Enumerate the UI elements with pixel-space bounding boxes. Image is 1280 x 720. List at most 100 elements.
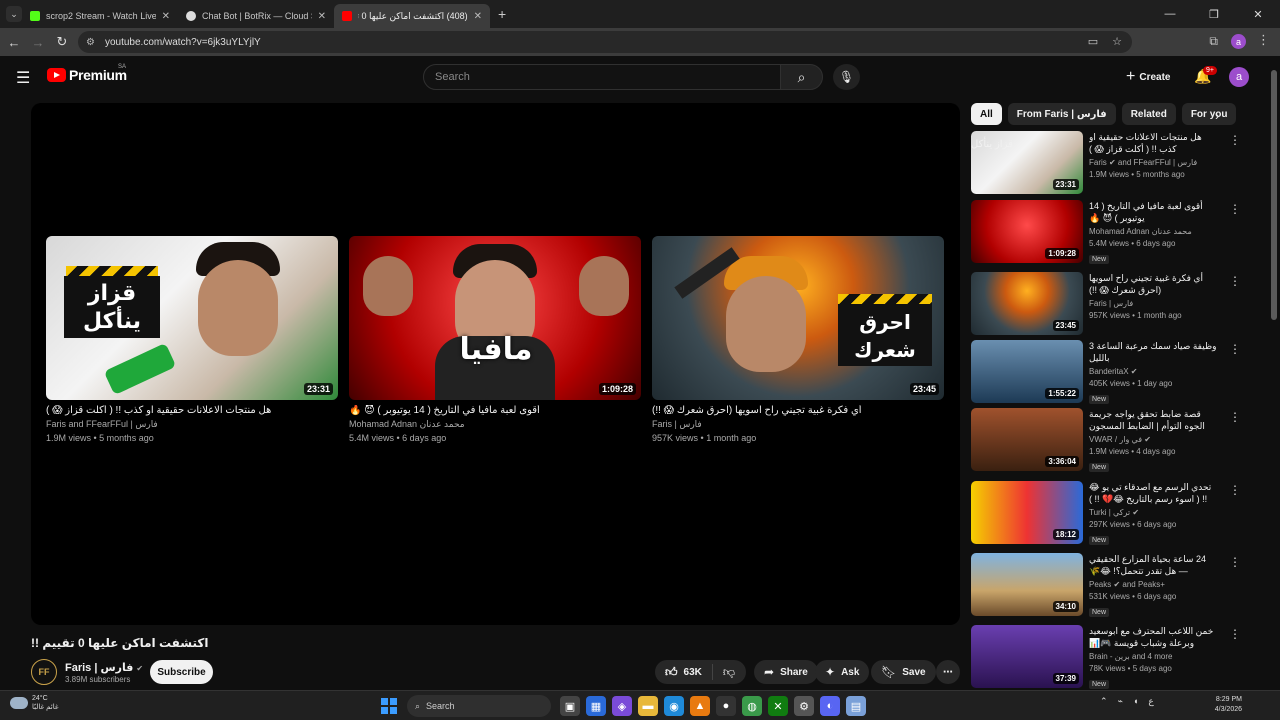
like-button[interactable]: 👍︎ 63K — [655, 664, 713, 680]
end-card-title[interactable]: أي فكرة غبية تجيني راح اسويها (احرق شعرك… — [652, 405, 944, 416]
list-item[interactable]: 3:36:04 قصة ضابط تحقق يواجه جريمة الجوه … — [971, 408, 1251, 472]
task-view-icon[interactable]: ▣ — [560, 696, 580, 716]
chevron-right-icon[interactable]: › — [1215, 108, 1219, 123]
file-explorer-icon[interactable]: ▬ — [638, 696, 658, 716]
rec-channel[interactable]: Turki | تركي ✔ — [1089, 508, 1217, 517]
create-button[interactable]: + Create — [1118, 65, 1178, 89]
volume-icon[interactable]: ◖ — [1133, 696, 1138, 707]
chip-for-you[interactable]: For you — [1181, 103, 1237, 125]
list-item[interactable]: 34:10 24 ساعة بحياة المزارع الحقيقي — هل… — [971, 553, 1251, 617]
rec-channel[interactable]: Faris | فارس — [1089, 299, 1217, 308]
forward-icon[interactable]: → — [26, 35, 50, 50]
more-vertical-icon[interactable]: ⋮ — [1229, 202, 1241, 216]
dislike-button[interactable]: 👎︎ — [713, 665, 745, 680]
share-button[interactable]: ➦ Share — [754, 660, 818, 684]
more-vertical-icon[interactable]: ⋮ — [1229, 483, 1241, 497]
more-vertical-icon[interactable]: ⋮ — [1229, 133, 1241, 147]
xbox-icon[interactable]: ✕ — [768, 696, 788, 716]
more-actions-button[interactable]: ⋯ — [936, 660, 960, 684]
restore-icon[interactable]: ❐ — [1192, 0, 1236, 28]
settings-gear-icon[interactable]: ⚙ — [794, 696, 814, 716]
close-tab-icon[interactable]: ✕ — [318, 11, 326, 22]
language-icon[interactable]: ع — [1148, 696, 1153, 707]
video-thumbnail[interactable]: 3:36:04 — [971, 408, 1083, 471]
save-button[interactable]: 🔖︎ Save — [871, 660, 936, 684]
video-thumbnail[interactable]: 37:39 — [971, 625, 1083, 688]
browser-menu-icon[interactable]: ⋮ — [1257, 32, 1270, 48]
video-thumbnail[interactable]: 1:09:28 — [971, 200, 1083, 263]
list-item[interactable]: 37:39 خمن اللاعب المحترف مع ابوسعيد وبرع… — [971, 625, 1251, 689]
taskbar-clock[interactable]: 8:29 PM 4/3/2026 — [1202, 695, 1242, 715]
youtube-premium-logo[interactable]: Premium SA — [47, 64, 127, 83]
bookmark-star-icon[interactable]: ☆ — [1112, 35, 1122, 48]
rec-channel[interactable]: BanderitaX ✔ — [1089, 367, 1217, 376]
close-tab-icon[interactable]: ✕ — [474, 11, 482, 22]
more-vertical-icon[interactable]: ⋮ — [1229, 555, 1241, 569]
end-card-thumbnail[interactable]: قزاز ينأكل 23:31 — [46, 236, 338, 400]
list-item[interactable]: 1:55:22 وظيفة صياد سمك مرعبة الساعة 3 با… — [971, 340, 1251, 404]
end-card-title[interactable]: هل منتجات الاعلانات حقيقية او كذب !! ( أ… — [46, 405, 338, 416]
end-screen-card[interactable]: احرق شعرك 23:45 أي فكرة غبية تجيني راح ا… — [652, 236, 944, 443]
browser-profile-avatar[interactable]: a — [1231, 34, 1246, 49]
ask-button[interactable]: ✦ Ask — [815, 660, 870, 684]
chrome-icon[interactable]: ◍ — [742, 696, 762, 716]
reload-icon[interactable]: ↻ — [50, 34, 74, 50]
more-vertical-icon[interactable]: ⋮ — [1229, 274, 1241, 288]
rec-channel[interactable]: VWAR / في وار ✔ — [1089, 435, 1217, 444]
more-vertical-icon[interactable]: ⋮ — [1229, 410, 1241, 424]
tab-search-button[interactable]: ⌄ — [6, 6, 22, 22]
end-card-title[interactable]: أقوى لعبة مافيا في التاريخ ( 14 يوتيوبر … — [349, 405, 641, 416]
account-avatar[interactable]: a — [1229, 67, 1249, 87]
list-item[interactable]: 23:45 أي فكرة غبية تجيني راح اسويها (احر… — [971, 272, 1251, 336]
network-icon[interactable]: ⌁ — [1118, 696, 1123, 707]
video-thumbnail[interactable]: 1:55:22 — [971, 340, 1083, 403]
edge-icon[interactable]: ◉ — [664, 696, 684, 716]
weather-widget[interactable]: 24°C غائم غالبًا — [10, 694, 59, 712]
taskbar-search[interactable]: ⌕ Search — [407, 695, 551, 717]
more-vertical-icon[interactable]: ⋮ — [1229, 342, 1241, 356]
page-scrollbar[interactable] — [1271, 70, 1277, 320]
video-thumbnail[interactable]: 23:45 — [971, 272, 1083, 335]
copilot-icon[interactable]: ◈ — [612, 696, 632, 716]
list-item[interactable]: 18:12 تحدي الرسم مع اصدقاء تي يو 😂 !! ( … — [971, 481, 1251, 545]
tab-2[interactable]: (408) اكتشفت اماكن عليها 0 تقيي ✕ — [334, 4, 490, 28]
chip-all[interactable]: All — [971, 103, 1002, 125]
subscribe-button[interactable]: Subscribe — [150, 660, 213, 684]
rec-channel[interactable]: Brain - برين and 4 more — [1089, 652, 1217, 661]
extensions-icon[interactable]: ⧉ — [1209, 34, 1218, 49]
more-vertical-icon[interactable]: ⋮ — [1229, 627, 1241, 641]
generic-app-icon[interactable]: ▤ — [846, 696, 866, 716]
site-info-icon[interactable]: ⚙ — [86, 37, 95, 48]
end-screen-card[interactable]: مافيا 1:09:28 أقوى لعبة مافيا في التاريخ… — [349, 236, 641, 443]
back-icon[interactable]: ← — [2, 35, 26, 50]
new-tab-button[interactable]: + — [498, 6, 506, 22]
obs-icon[interactable]: ● — [716, 696, 736, 716]
video-thumbnail[interactable]: قزاز ينأكل 23:31 — [971, 131, 1083, 194]
end-card-thumbnail[interactable]: مافيا 1:09:28 — [349, 236, 641, 400]
voice-search-button[interactable]: 🎙 — [833, 64, 860, 90]
channel-avatar[interactable]: FF — [31, 659, 57, 685]
rec-channel[interactable]: Faris ✔ and FFearFFul | فارس — [1089, 158, 1217, 167]
address-bar[interactable]: ⚙ youtube.com/watch?v=6jk3uYLYjlY ▭ ☆ — [78, 31, 1132, 53]
list-item[interactable]: قزاز ينأكل 23:31 هل منتجات الاعلانات حقيق… — [971, 131, 1251, 195]
rec-channel[interactable]: Peaks ✔ and Peaks+ — [1089, 580, 1217, 589]
chip-from-channel[interactable]: From Faris | فارس — [1007, 103, 1116, 125]
end-screen-card[interactable]: قزاز ينأكل 23:31 هل منتجات الاعلانات حقي… — [46, 236, 338, 443]
rec-channel[interactable]: Mohamad Adnan محمد عدنان — [1089, 227, 1217, 236]
tab-1[interactable]: Chat Bot | BotRix — Cloud Strea ✕ — [178, 4, 334, 28]
minimize-icon[interactable]: — — [1148, 0, 1192, 28]
video-thumbnail[interactable]: 34:10 — [971, 553, 1083, 616]
vlc-icon[interactable]: ▲ — [690, 696, 710, 716]
video-thumbnail[interactable]: 18:12 — [971, 481, 1083, 544]
video-player[interactable]: قزاز ينأكل 23:31 هل منتجات الاعلانات حقي… — [31, 103, 960, 625]
chip-related[interactable]: Related — [1121, 103, 1176, 125]
search-button[interactable]: ⌕ — [780, 64, 823, 90]
discord-icon[interactable]: ◐ — [820, 696, 840, 716]
chevron-up-icon[interactable]: ⌃ — [1100, 696, 1108, 707]
list-item[interactable]: 1:09:28 أقوى لعبة مافيا في التاريخ ( 14 … — [971, 200, 1251, 264]
menu-icon[interactable]: ☰ — [16, 68, 30, 88]
close-window-icon[interactable]: ✕ — [1236, 0, 1280, 28]
tab-0[interactable]: scrop2 Stream - Watch Live on ✕ — [22, 4, 178, 28]
close-tab-icon[interactable]: ✕ — [162, 11, 170, 22]
channel-name[interactable]: Faris | فارس ✔ — [65, 661, 143, 674]
